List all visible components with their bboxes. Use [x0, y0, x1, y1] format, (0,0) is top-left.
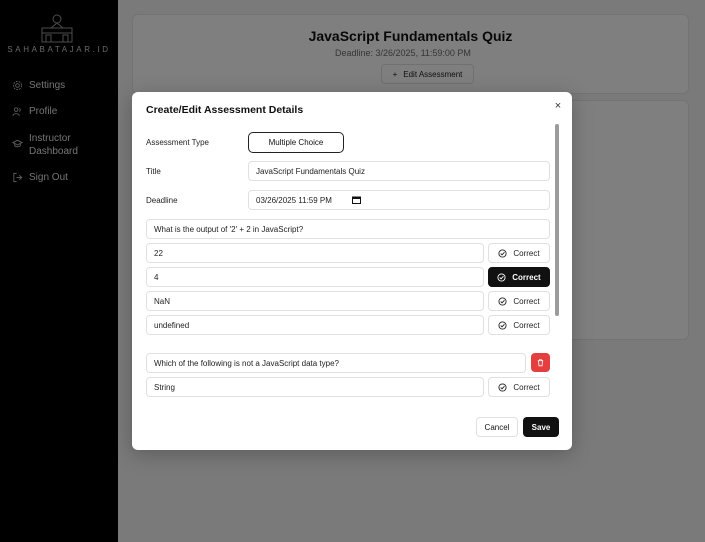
option-input[interactable]: NaN	[146, 291, 484, 311]
save-button[interactable]: Save	[523, 417, 559, 437]
option-text: undefined	[154, 320, 190, 330]
check-circle-icon	[498, 296, 507, 306]
dialog-scrollbar[interactable]	[555, 124, 559, 316]
deadline-input[interactable]: 03/26/2025 11:59 PM	[248, 190, 550, 210]
correct-label: Correct	[513, 248, 540, 258]
question-text: Which of the following is not a JavaScri…	[154, 358, 339, 368]
option-text: NaN	[154, 296, 171, 306]
mark-correct-button[interactable]: Correct	[488, 291, 550, 311]
calendar-icon[interactable]	[352, 196, 361, 204]
edit-assessment-dialog: Create/Edit Assessment Details × Assessm…	[132, 92, 572, 450]
title-label: Title	[146, 167, 161, 176]
option-text: String	[154, 382, 175, 392]
check-circle-icon	[497, 272, 506, 282]
scrollbar-thumb[interactable]	[555, 124, 559, 316]
trash-icon	[537, 359, 544, 367]
correct-label: Correct	[513, 296, 540, 306]
mark-correct-button[interactable]: Correct	[488, 315, 550, 335]
deadline-label: Deadline	[146, 196, 178, 205]
delete-question-button[interactable]	[531, 353, 550, 372]
dialog-title: Create/Edit Assessment Details	[146, 104, 304, 116]
option-text: 4	[154, 272, 159, 282]
mark-correct-button[interactable]: Correct	[488, 243, 550, 263]
option-input[interactable]: 22	[146, 243, 484, 263]
question-input[interactable]: Which of the following is not a JavaScri…	[146, 353, 526, 373]
option-input[interactable]: String	[146, 377, 484, 397]
check-circle-icon	[498, 248, 507, 258]
option-input[interactable]: undefined	[146, 315, 484, 335]
question-input[interactable]: What is the output of '2' + 2 in JavaScr…	[146, 219, 550, 239]
deadline-value: 03/26/2025 11:59 PM	[256, 195, 332, 205]
check-circle-icon	[498, 382, 507, 392]
cancel-button[interactable]: Cancel	[476, 417, 518, 437]
mark-correct-button[interactable]: Correct	[488, 377, 550, 397]
title-input[interactable]: JavaScript Fundamentals Quiz	[248, 161, 550, 181]
mark-correct-button-selected[interactable]: Correct	[488, 267, 550, 287]
question-text: What is the output of '2' + 2 in JavaScr…	[154, 224, 304, 234]
check-circle-icon	[498, 320, 507, 330]
title-value: JavaScript Fundamentals Quiz	[256, 166, 365, 176]
correct-label: Correct	[512, 272, 541, 282]
option-input[interactable]: 4	[146, 267, 484, 287]
assessment-type-label: Assessment Type	[146, 138, 209, 147]
correct-label: Correct	[513, 382, 540, 392]
assessment-type-select[interactable]: Multiple Choice	[248, 132, 344, 153]
correct-label: Correct	[513, 320, 540, 330]
close-icon[interactable]: ×	[552, 100, 564, 112]
option-text: 22	[154, 248, 163, 258]
